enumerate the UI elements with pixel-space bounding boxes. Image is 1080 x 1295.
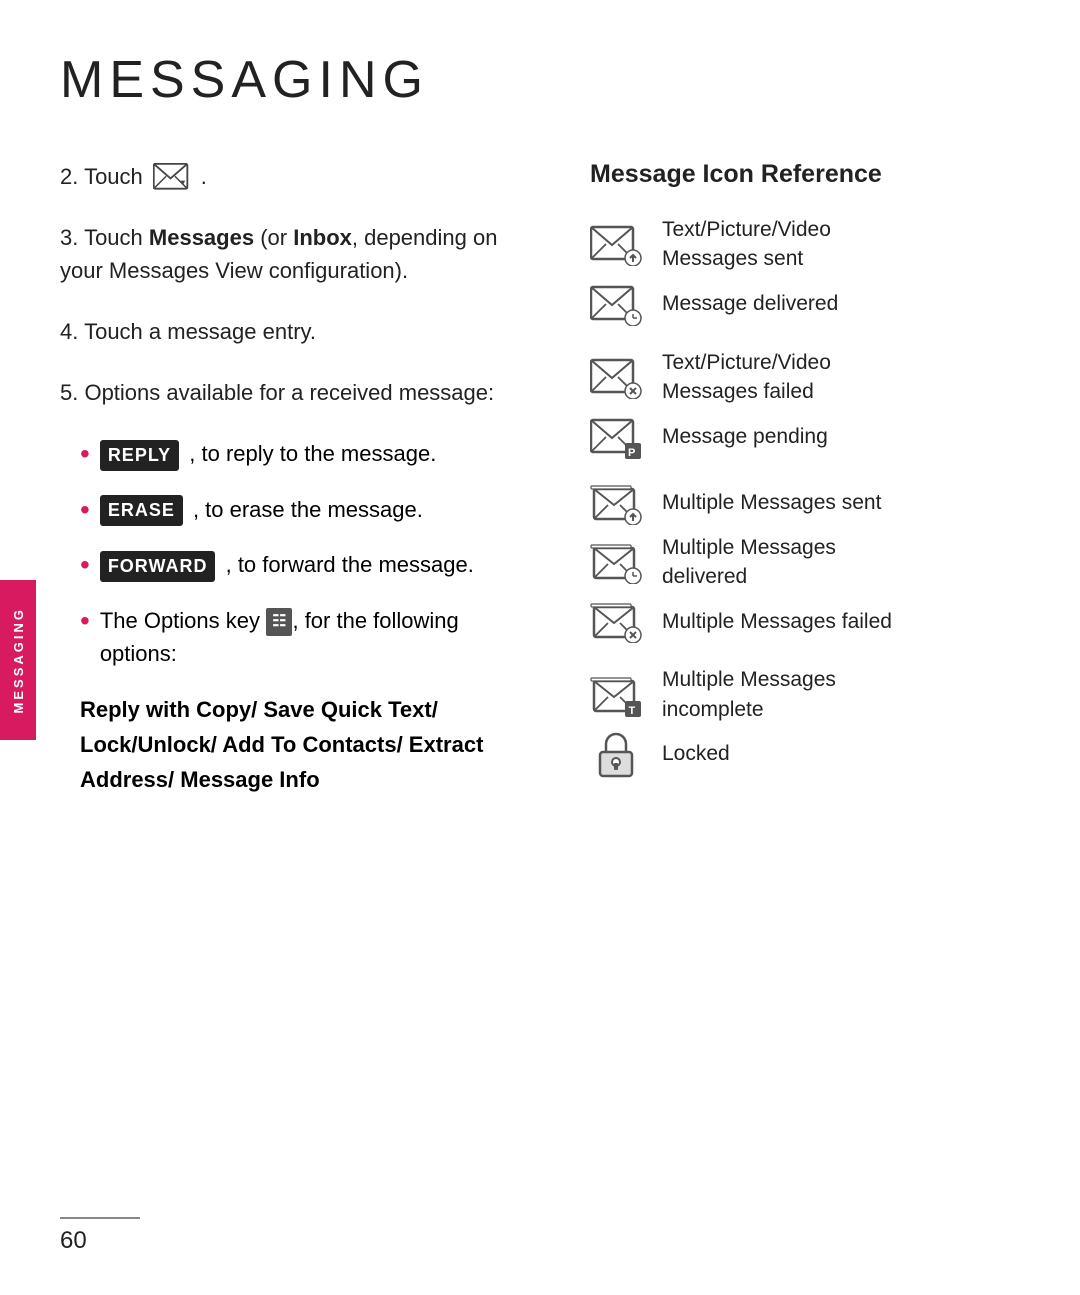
- failed-icon: [590, 355, 642, 399]
- step-2-number: 2. Touch: [60, 160, 143, 193]
- multi-incomplete-icon: T: [590, 673, 642, 717]
- forward-button-label: FORWARD: [100, 551, 216, 582]
- icon-ref-locked: Locked: [590, 732, 1080, 776]
- sent-icon: [590, 222, 642, 266]
- multi-sent-icon: [590, 481, 642, 525]
- bottom-line: [60, 1217, 140, 1219]
- bullet-dot-1: •: [80, 437, 90, 471]
- step-5: 5. Options available for a received mess…: [60, 376, 540, 409]
- bottom-bar: 60: [60, 1217, 1080, 1255]
- icon-ref-sent: Text/Picture/VideoMessages sent: [590, 215, 1080, 274]
- multi-delivered-text: Multiple Messagesdelivered: [662, 533, 836, 592]
- multi-failed-icon: [590, 599, 642, 643]
- page-number: 60: [60, 1227, 1080, 1255]
- pending-icon: P: [590, 415, 642, 459]
- icon-ref-delivered: Message delivered: [590, 282, 1080, 326]
- locked-icon: [590, 732, 642, 776]
- icon-ref-multi-sent: Multiple Messages sent: [590, 481, 1080, 525]
- icon-reference-title: Message Icon Reference: [590, 160, 1080, 189]
- bold-options-block: Reply with Copy/ Save Quick Text/ Lock/U…: [80, 692, 540, 798]
- multi-sent-text: Multiple Messages sent: [662, 488, 881, 517]
- step-2: 2. Touch .: [60, 160, 540, 193]
- delivered-text: Message delivered: [662, 289, 838, 318]
- bullet-options: • The Options key ☷, for the following o…: [80, 604, 540, 670]
- left-column: 2. Touch .: [60, 160, 560, 798]
- locked-text: Locked: [662, 739, 730, 768]
- multi-incomplete-text: Multiple Messagesincomplete: [662, 665, 836, 724]
- delivered-icon: [590, 282, 642, 326]
- bullet-dot-2: •: [80, 493, 90, 527]
- options-key-icon: ☷: [266, 608, 292, 636]
- icon-ref-multi-delivered: Multiple Messagesdelivered: [590, 533, 1080, 592]
- icon-ref-multi-failed: Multiple Messages failed: [590, 599, 1080, 643]
- erase-button-label: ERASE: [100, 495, 183, 526]
- bullet-dot-4: •: [80, 604, 90, 638]
- icon-ref-pending: P Message pending: [590, 415, 1080, 459]
- bullet-dot-3: •: [80, 548, 90, 582]
- right-column: Message Icon Reference: [560, 160, 1080, 798]
- reply-button-label: REPLY: [100, 440, 179, 471]
- svg-text:P: P: [628, 447, 635, 459]
- step-4: 4. Touch a message entry.: [60, 315, 540, 348]
- multi-delivered-icon: [590, 540, 642, 584]
- bullet-erase: • ERASE , to erase the message.: [80, 493, 540, 527]
- sent-text: Text/Picture/VideoMessages sent: [662, 215, 831, 274]
- bullet-forward: • FORWARD , to forward the message.: [80, 548, 540, 582]
- pending-text: Message pending: [662, 422, 828, 451]
- step-3: 3. Touch Messages (or Inbox, depending o…: [60, 221, 540, 287]
- side-tab-label: MESSAGING: [11, 607, 26, 713]
- side-tab: MESSAGING: [0, 580, 36, 740]
- bullet-reply: • REPLY , to reply to the message.: [80, 437, 540, 471]
- step-4-text: 4.: [60, 319, 78, 344]
- multi-failed-text: Multiple Messages failed: [662, 607, 892, 636]
- bullet-list: • REPLY , to reply to the message. • ERA…: [80, 437, 540, 670]
- failed-text: Text/Picture/VideoMessages failed: [662, 348, 831, 407]
- step-3-number: 3. Touch Messages (or Inbox, depending o…: [60, 225, 497, 283]
- page-title: MESSAGING: [60, 50, 1080, 110]
- icon-ref-multi-incomplete: T Multiple Messagesincomplete: [590, 665, 1080, 724]
- svg-text:T: T: [629, 705, 636, 717]
- icon-reference-list: Text/Picture/VideoMessages sent: [590, 215, 1080, 784]
- touch-icon: [153, 163, 191, 191]
- icon-ref-failed: Text/Picture/VideoMessages failed: [590, 348, 1080, 407]
